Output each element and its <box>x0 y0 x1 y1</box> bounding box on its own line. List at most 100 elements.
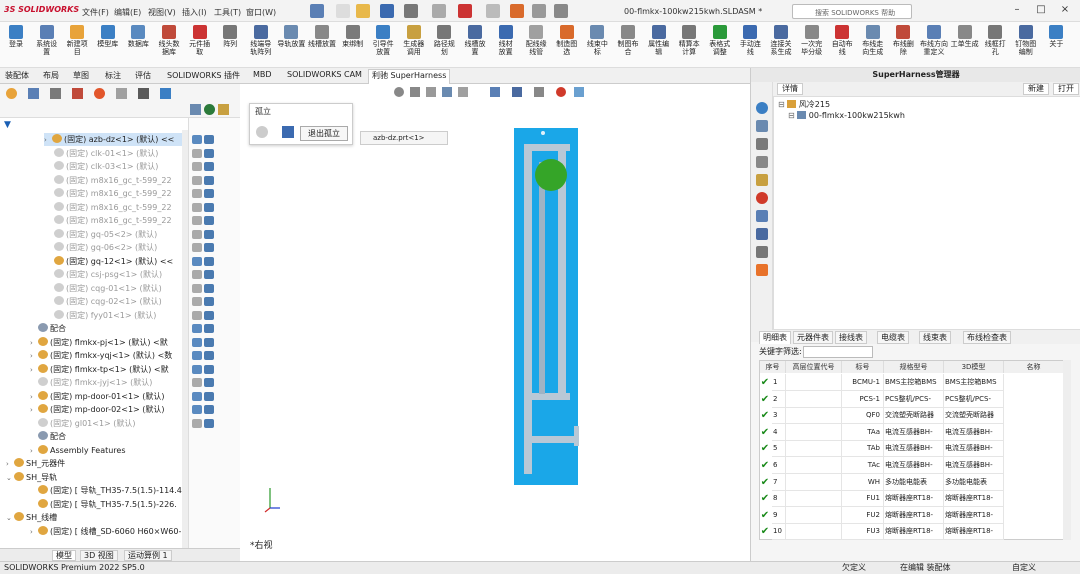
expand-toggle-icon[interactable]: › <box>30 337 38 350</box>
custom-properties-icon[interactable] <box>756 210 768 222</box>
table-tab-0[interactable]: 明细表 <box>759 331 791 344</box>
visibility-icon[interactable] <box>192 148 202 158</box>
tree-item[interactable]: (固定) flmkx-jyj<1> (默认) <box>30 376 152 389</box>
table-row[interactable]: ✔ 2 PCS-1 PCS整机/PCS- PCS整机/PCS- <box>760 390 1064 408</box>
tree-item[interactable]: (固定) [ 导轨_TH35-7.5(1.5)-114.4 <box>30 484 182 497</box>
command-tab-0[interactable]: 装配体 <box>2 70 32 81</box>
appearance-icon[interactable] <box>204 351 214 360</box>
visibility-icon[interactable] <box>192 135 202 144</box>
bottom-tab-1[interactable]: 3D 视图 <box>80 550 118 561</box>
ribbon-button-33[interactable]: 钉物图 编制 <box>1012 24 1040 66</box>
section-view-icon[interactable] <box>442 87 452 97</box>
column-header[interactable]: 高层位置代号 <box>786 361 842 373</box>
save-as-state-icon[interactable] <box>282 126 294 138</box>
project-node[interactable]: ⊟ 风冷215 <box>778 99 830 110</box>
ribbon-button-12[interactable]: 引导件 放置 <box>369 24 397 66</box>
expand-toggle-icon[interactable]: › <box>6 458 14 471</box>
visibility-icon[interactable] <box>192 175 202 185</box>
visibility-icon[interactable] <box>192 243 202 252</box>
ribbon-button-17[interactable]: 配线缘 线管 <box>522 24 550 66</box>
command-tab-3[interactable]: 标注 <box>102 70 124 81</box>
ribbon-button-32[interactable]: 线框打 孔 <box>981 24 1009 66</box>
appearance-icon[interactable] <box>204 135 214 144</box>
selected-component-marker[interactable] <box>535 159 567 191</box>
command-tab-1[interactable]: 布局 <box>40 70 62 81</box>
command-tab-4[interactable]: 评估 <box>132 70 154 81</box>
ribbon-button-21[interactable]: 属性编 辑 <box>645 24 673 66</box>
tree-item[interactable]: › SH_元器件 <box>6 457 65 470</box>
command-tab-5[interactable]: SOLIDWORKS 插件 <box>164 70 243 81</box>
harness-icon[interactable] <box>138 88 149 99</box>
table-row[interactable]: ✔ 8 FU1 熔断器座RT18- 熔断器座RT18- <box>760 490 1064 508</box>
ribbon-button-3[interactable]: 模型库 <box>94 24 122 66</box>
ribbon-button-16[interactable]: 线材 放置 <box>492 24 520 66</box>
column-color-icon[interactable] <box>204 104 215 115</box>
command-tab-8[interactable]: 利驰 SuperHarness <box>368 69 451 84</box>
column-header[interactable]: 名称 <box>1004 361 1064 373</box>
new-icon[interactable] <box>336 4 350 18</box>
appearance-icon[interactable] <box>204 391 214 401</box>
tree-item[interactable]: (固定) gq-12<1> (默认) << <box>46 255 173 268</box>
visibility-icon[interactable] <box>192 418 202 428</box>
file-explorer-icon[interactable] <box>756 138 768 150</box>
bottom-tab-2[interactable]: 运动算例 1 <box>124 550 172 561</box>
ribbon-button-20[interactable]: 制图布 合 <box>614 24 642 66</box>
column-visibility-icon[interactable] <box>190 104 201 115</box>
tree-item[interactable]: › (固定) mp-door-01<1> (默认) <box>30 390 165 403</box>
table-row[interactable]: ✔ 3 QF0 交流塑壳断路器 交流塑壳断路器 <box>760 407 1064 425</box>
undo-icon[interactable] <box>432 4 446 18</box>
ribbon-button-13[interactable]: 生成器 调用 <box>400 24 428 66</box>
ribbon-button-0[interactable]: 登录 <box>2 24 30 66</box>
status-units[interactable]: 自定义 <box>1012 562 1036 574</box>
expand-toggle-icon[interactable]: › <box>30 350 38 363</box>
filter-icon[interactable]: ▼ <box>4 120 16 130</box>
tree-item[interactable]: (固定) csj-psg<1> (默认) <box>46 268 162 281</box>
appearance-icon[interactable] <box>204 297 214 306</box>
filter-input[interactable] <box>803 346 873 358</box>
tree-item[interactable]: 配合 <box>30 322 66 335</box>
tree-item[interactable]: › (固定) flmkx-yqj<1> (默认) <数 <box>30 349 172 362</box>
appearance-icon[interactable] <box>204 202 214 212</box>
open-button[interactable]: 打开 <box>1053 83 1079 95</box>
ribbon-button-23[interactable]: 表格式 调整 <box>706 24 734 66</box>
expand-toggle-icon[interactable]: › <box>44 134 52 147</box>
menu-window[interactable]: 窗口(W) <box>246 7 276 18</box>
expand-toggle-icon[interactable]: › <box>30 526 38 539</box>
ribbon-button-10[interactable]: 线槽放置 <box>308 24 336 66</box>
ribbon-button-28[interactable]: 布线走 向生成 <box>859 24 887 66</box>
expand-toggle-icon[interactable]: ⌄ <box>6 512 14 525</box>
tree-item[interactable]: (固定) clk-01<1> (默认) <box>46 147 158 160</box>
design-library-icon[interactable] <box>756 120 768 132</box>
minimize-icon[interactable]: – <box>1010 4 1024 18</box>
grid-icon[interactable] <box>532 4 546 18</box>
column-header[interactable]: 标号 <box>842 361 884 373</box>
scene-icon[interactable] <box>574 87 584 97</box>
menu-insert[interactable]: 插入(I) <box>182 7 207 18</box>
new-button[interactable]: 新建 <box>1023 83 1049 95</box>
isolate-visibility-icon[interactable] <box>256 126 268 138</box>
close-icon[interactable]: × <box>1058 4 1072 18</box>
tree-item[interactable]: 配合 <box>30 430 66 443</box>
visibility-icon[interactable] <box>192 202 202 212</box>
feature-tree-icon[interactable] <box>6 88 17 99</box>
ribbon-button-29[interactable]: 布线删 除 <box>889 24 917 66</box>
view-orientation-icon[interactable] <box>490 87 500 97</box>
visibility-icon[interactable] <box>192 391 202 401</box>
appearance-icon[interactable] <box>204 418 214 428</box>
ribbon-button-9[interactable]: 导轨放置 <box>277 24 305 66</box>
table-icon[interactable] <box>756 246 768 258</box>
ribbon-button-8[interactable]: 线端导 轨阵列 <box>247 24 275 66</box>
home-icon[interactable] <box>310 4 324 18</box>
tree-item[interactable]: › (固定) azb-dz<1> (默认) << <box>44 133 182 146</box>
tree-item[interactable]: (固定) m8x16_gc_t-599_22 <box>46 174 172 187</box>
appearance-icon[interactable] <box>204 283 214 293</box>
ribbon-button-5[interactable]: 线头数 据库 <box>155 24 183 66</box>
tree-item[interactable]: (固定) cqg-01<1> (默认) <box>46 282 162 295</box>
appearance-icon[interactable] <box>204 310 214 320</box>
tree-item[interactable]: (固定) cqg-02<1> (默认) <box>46 295 162 308</box>
tree-item[interactable]: (固定) gq-05<2> (默认) <box>46 228 157 241</box>
ribbon-button-24[interactable]: 手动连 线 <box>736 24 764 66</box>
expand-toggle-icon[interactable]: › <box>30 445 38 458</box>
display-manager-icon[interactable] <box>94 88 105 99</box>
cam-icon[interactable] <box>116 88 127 99</box>
